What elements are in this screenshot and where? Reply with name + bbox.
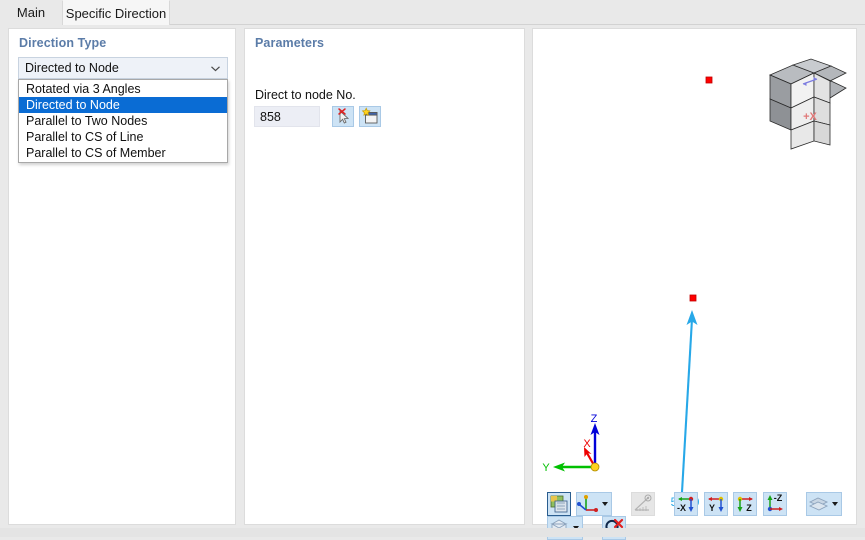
axis-label-y: Y — [542, 462, 550, 474]
tab-specific-direction[interactable]: Specific Direction — [62, 0, 170, 25]
dropdown-option-parallel-to-cs-of-line[interactable]: Parallel to CS of Line — [19, 129, 227, 145]
viewport-toolbar: -X Y Z -Z — [547, 492, 856, 540]
view-minus-z-button[interactable]: -Z — [762, 492, 787, 516]
render-mode-button[interactable] — [547, 492, 571, 516]
chevron-down-icon — [831, 502, 838, 506]
axis-label-x: X — [583, 438, 591, 450]
axis-triad: Z Y X — [542, 413, 600, 474]
direction-arrow — [680, 310, 698, 493]
chevron-down-icon — [209, 62, 222, 75]
bottom-strip — [0, 528, 865, 537]
direction-type-dropdown-list[interactable]: Rotated via 3 Angles Directed to Node Pa… — [18, 79, 228, 163]
measure-button[interactable] — [631, 492, 656, 516]
parameters-panel: Parameters Direct to node No. — [244, 28, 525, 525]
arrow-tip-node-marker — [689, 294, 697, 302]
direction-type-title: Direction Type — [19, 36, 107, 50]
direction-type-combobox-value: Directed to Node — [25, 61, 119, 75]
dropdown-option-rotated-via-3-angles[interactable]: Rotated via 3 Angles — [19, 81, 227, 97]
page-body: Direction Type Directed to Node Rotated … — [0, 25, 865, 540]
top-node-marker — [705, 76, 713, 84]
navigation-cube-icon: +X — [768, 58, 847, 150]
direct-to-node-label: Direct to node No. — [255, 88, 356, 102]
tab-main[interactable]: Main — [0, 0, 62, 25]
svg-text:Y: Y — [709, 503, 715, 513]
axis-label-z: Z — [591, 413, 598, 425]
nav-cube-face-label: +X — [803, 111, 817, 123]
view-z-button[interactable]: Z — [733, 492, 758, 516]
chevron-down-icon — [602, 502, 609, 506]
parameters-title: Parameters — [255, 36, 325, 50]
tab-strip: Main Specific Direction — [0, 0, 865, 25]
view-minus-x-button[interactable]: -X — [674, 492, 699, 516]
model-viewport-panel[interactable]: +X 5.000 — [532, 28, 857, 540]
dropdown-option-parallel-to-cs-of-member[interactable]: Parallel to CS of Member — [19, 145, 227, 161]
layers-button[interactable] — [805, 492, 842, 516]
axis-system-button[interactable] — [576, 492, 613, 516]
svg-text:-X: -X — [677, 503, 686, 513]
view-y-button[interactable]: Y — [703, 492, 728, 516]
svg-text:-Z: -Z — [774, 493, 783, 503]
pick-node-button[interactable] — [332, 106, 354, 127]
dropdown-option-directed-to-node[interactable]: Directed to Node — [19, 97, 227, 113]
direct-to-node-input[interactable] — [254, 106, 320, 127]
dropdown-option-parallel-to-two-nodes[interactable]: Parallel to Two Nodes — [19, 113, 227, 129]
svg-text:Z: Z — [747, 503, 753, 513]
direction-type-panel: Direction Type Directed to Node Rotated … — [8, 28, 236, 525]
model-3d-canvas[interactable]: +X 5.000 — [533, 29, 856, 524]
new-node-button[interactable] — [359, 106, 381, 127]
direction-type-combobox[interactable]: Directed to Node — [18, 57, 228, 79]
